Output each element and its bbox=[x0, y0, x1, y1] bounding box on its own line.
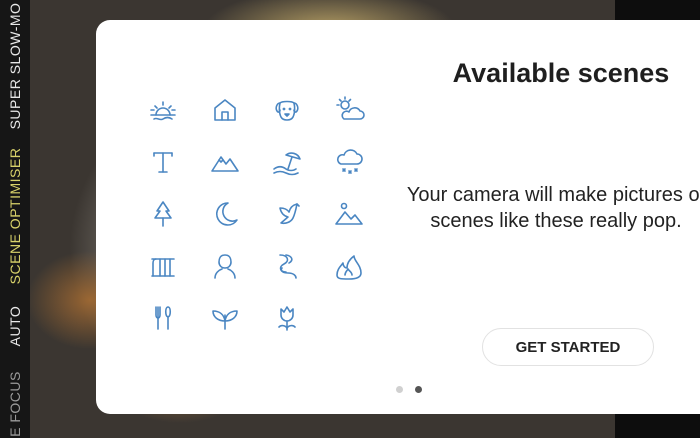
portrait-icon bbox=[194, 240, 256, 292]
mode-super-slow-mo[interactable]: SUPER SLOW-MO bbox=[7, 3, 23, 130]
beach-icon bbox=[256, 136, 318, 188]
get-started-button[interactable]: GET STARTED bbox=[482, 328, 654, 366]
page-indicator bbox=[396, 386, 422, 393]
flower-icon bbox=[256, 292, 318, 344]
fire-icon bbox=[318, 240, 380, 292]
landscape-icon bbox=[318, 188, 380, 240]
waterfall-icon bbox=[132, 240, 194, 292]
mode-auto[interactable]: AUTO bbox=[7, 306, 23, 347]
page-dot-1[interactable] bbox=[396, 386, 403, 393]
scene-icon-grid bbox=[132, 84, 380, 344]
dog-icon bbox=[256, 84, 318, 136]
home-icon bbox=[194, 84, 256, 136]
plant-icon bbox=[194, 292, 256, 344]
night-icon bbox=[194, 188, 256, 240]
street-icon bbox=[256, 240, 318, 292]
mode-scene-optimiser[interactable]: SCENE OPTIMISER bbox=[7, 148, 23, 285]
camera-mode-rail: SUPER SLOW-MO SCENE OPTIMISER AUTO E FOC… bbox=[0, 0, 30, 438]
snow-icon bbox=[318, 136, 380, 188]
food-icon bbox=[132, 292, 194, 344]
sunrise-icon bbox=[132, 84, 194, 136]
partly-cloudy-icon bbox=[318, 84, 380, 136]
mountain-icon bbox=[194, 136, 256, 188]
mode-focus[interactable]: E FOCUS bbox=[7, 371, 23, 437]
dialog-description: Your camera will make pictures of scenes… bbox=[406, 184, 700, 232]
tree-icon bbox=[132, 188, 194, 240]
dialog-title: Available scenes bbox=[452, 58, 670, 88]
page-dot-2[interactable] bbox=[415, 386, 422, 393]
text-icon bbox=[132, 136, 194, 188]
available-scenes-dialog: Available scenes Your camera will make p… bbox=[96, 20, 700, 414]
bird-icon bbox=[256, 188, 318, 240]
